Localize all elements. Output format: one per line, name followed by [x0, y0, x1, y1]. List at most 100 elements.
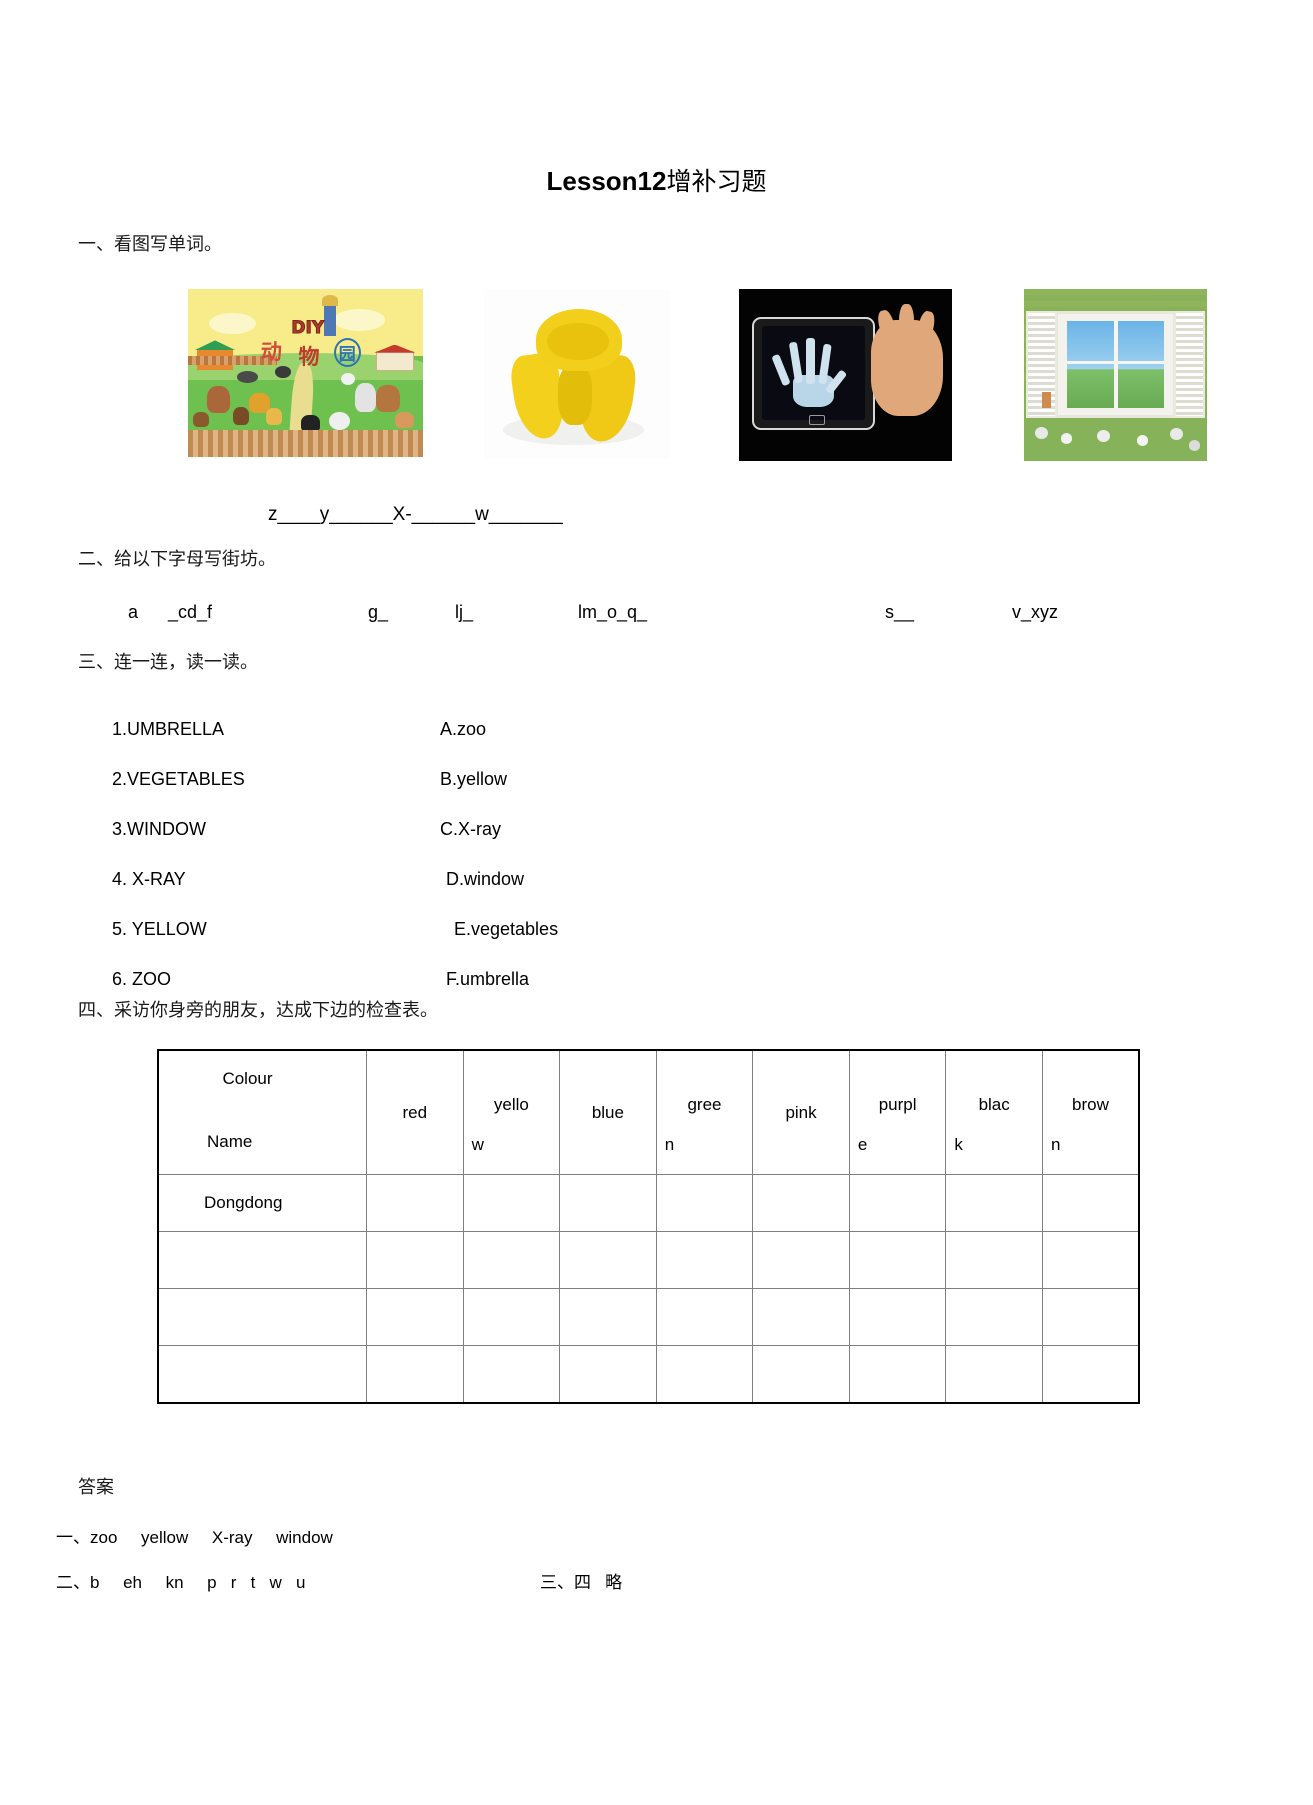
survey-cell[interactable] [848, 1174, 947, 1232]
table-row: Dongdong [157, 1174, 1140, 1232]
survey-cell[interactable] [752, 1345, 850, 1404]
letter-blank-7[interactable]: v_xyz [1012, 602, 1058, 623]
section-one-blanks[interactable]: z____y______X-______w_______ [268, 504, 563, 526]
survey-cell[interactable] [559, 1288, 657, 1346]
survey-cell[interactable] [1041, 1345, 1140, 1404]
column-header-pink: pink [752, 1049, 850, 1175]
header-text-line2: w [471, 1135, 484, 1154]
column-header-black: blac k [945, 1049, 1043, 1175]
survey-cell[interactable] [462, 1231, 561, 1289]
match-left-item-4[interactable]: 4. X-RAY [112, 854, 245, 904]
match-right-item-4[interactable]: D.window [440, 854, 558, 904]
header-text-line1: pink [785, 1103, 817, 1122]
column-header-purple: purpl e [848, 1049, 947, 1175]
survey-cell[interactable] [366, 1288, 464, 1346]
survey-cell[interactable] [559, 1174, 657, 1232]
match-right-item-6[interactable]: F.umbrella [440, 954, 558, 1004]
header-text-line2: e [857, 1135, 868, 1154]
section-four-heading: 四、采访你身旁的朋友，达成下边的检查表。 [78, 1000, 438, 1021]
page-title-cn: 增补习题 [666, 167, 767, 196]
survey-cell[interactable] [655, 1231, 754, 1289]
row-name-cell[interactable] [157, 1231, 367, 1289]
survey-cell[interactable] [945, 1174, 1043, 1232]
row-name-cell[interactable] [157, 1345, 367, 1404]
letter-blank-3[interactable]: g_ [368, 602, 388, 623]
survey-cell[interactable] [462, 1345, 561, 1404]
colour-survey-table: Colour Name red yello w blue gree n pink purpl e bl… [157, 1049, 1140, 1404]
survey-cell[interactable] [559, 1345, 657, 1404]
row-name-cell[interactable] [157, 1288, 367, 1346]
table-header-row: Colour Name red yello w blue gree n pink purpl e bl… [157, 1049, 1140, 1175]
answer-line-two: 二、b eh kn p r t w u [56, 1573, 306, 1592]
header-text-line1: red [402, 1103, 428, 1122]
zoo-picture: DIY 动 物 园 [188, 289, 423, 457]
survey-cell[interactable] [848, 1288, 947, 1346]
survey-cell[interactable] [366, 1174, 464, 1232]
survey-cell[interactable] [655, 1288, 754, 1346]
survey-cell[interactable] [752, 1288, 850, 1346]
survey-cell[interactable] [1041, 1174, 1140, 1232]
letter-blank-1[interactable]: a [128, 602, 138, 623]
window-picture [1024, 289, 1207, 461]
survey-cell[interactable] [462, 1288, 561, 1346]
table-row [157, 1231, 1140, 1289]
survey-cell[interactable] [1041, 1288, 1140, 1346]
header-text-line1: gree [687, 1095, 722, 1114]
letter-blank-2[interactable]: _cd_f [168, 602, 212, 623]
survey-cell[interactable] [848, 1231, 947, 1289]
row-name-cell[interactable]: Dongdong [157, 1174, 367, 1232]
survey-cell[interactable] [366, 1345, 464, 1404]
answers-heading: 答案 [78, 1477, 114, 1498]
answer-line-three: 三、四 略 [540, 1573, 623, 1592]
column-header-green: gree n [655, 1049, 754, 1175]
letter-blank-6[interactable]: s__ [885, 602, 914, 623]
colour-label: Colour [222, 1069, 273, 1088]
page-title-en: Lesson12 [546, 166, 667, 196]
survey-cell[interactable] [945, 1288, 1043, 1346]
match-right-item-5[interactable]: E.vegetables [440, 904, 558, 954]
survey-cell[interactable] [752, 1231, 850, 1289]
header-text-line2: n [664, 1135, 675, 1154]
section-two-heading: 二、给以下字母写街坊。 [78, 549, 276, 570]
match-left-item-5[interactable]: 5. YELLOW [112, 904, 245, 954]
match-right-item-2[interactable]: B.yellow [440, 754, 558, 804]
header-text-line2: n [1050, 1135, 1061, 1154]
survey-cell[interactable] [655, 1174, 754, 1232]
column-header-red: red [366, 1049, 464, 1175]
match-left-item-1[interactable]: 1.UMBRELLA [112, 704, 245, 754]
matching-left-column: 1.UMBRELLA 2.VEGETABLES 3.WINDOW 4. X-RAY 5.… [112, 704, 245, 1004]
survey-cell[interactable] [945, 1231, 1043, 1289]
letter-blank-5[interactable]: lm_o_q_ [578, 602, 647, 623]
table-row [157, 1345, 1140, 1404]
name-label: Name [207, 1132, 253, 1151]
xray-phone-picture [739, 289, 952, 461]
letter-blank-4[interactable]: lj_ [455, 602, 473, 623]
worksheet-page: Lesson12增补习题 一、看图写单词。 DIY 动 物 园 z____y__… [0, 0, 1313, 1805]
survey-cell[interactable] [462, 1174, 561, 1232]
survey-cell[interactable] [559, 1231, 657, 1289]
survey-cell[interactable] [1041, 1231, 1140, 1289]
letters-exercise-row: a _cd_f g_ lj_ lm_o_q_ s__ v_xyz [0, 602, 1313, 632]
match-left-item-3[interactable]: 3.WINDOW [112, 804, 245, 854]
match-left-item-2[interactable]: 2.VEGETABLES [112, 754, 245, 804]
survey-cell[interactable] [366, 1231, 464, 1289]
survey-cell[interactable] [945, 1345, 1043, 1404]
survey-cell[interactable] [848, 1345, 947, 1404]
match-right-item-3[interactable]: C.X-ray [440, 804, 558, 854]
header-text-line1: brow [1072, 1095, 1109, 1114]
table-corner-header: Colour Name [157, 1049, 367, 1175]
header-text-line1: purpl [878, 1095, 917, 1114]
column-header-yellow: yello w [462, 1049, 561, 1175]
column-header-blue: blue [559, 1049, 657, 1175]
column-header-brown: brow n [1041, 1049, 1140, 1175]
picture-row: DIY 动 物 园 [0, 289, 1313, 464]
answer-line-one: 一、zoo yellow X-ray window [56, 1528, 333, 1547]
header-text-line1: blac [978, 1095, 1010, 1114]
survey-cell[interactable] [752, 1174, 850, 1232]
section-one-heading: 一、看图写单词。 [78, 234, 222, 255]
match-right-item-1[interactable]: A.zoo [440, 704, 558, 754]
matching-right-column: A.zoo B.yellow C.X-ray D.window E.vegetables… [440, 704, 558, 1004]
yellow-scarf-picture [484, 289, 670, 459]
survey-cell[interactable] [655, 1345, 754, 1404]
header-text-line2: k [954, 1135, 963, 1154]
